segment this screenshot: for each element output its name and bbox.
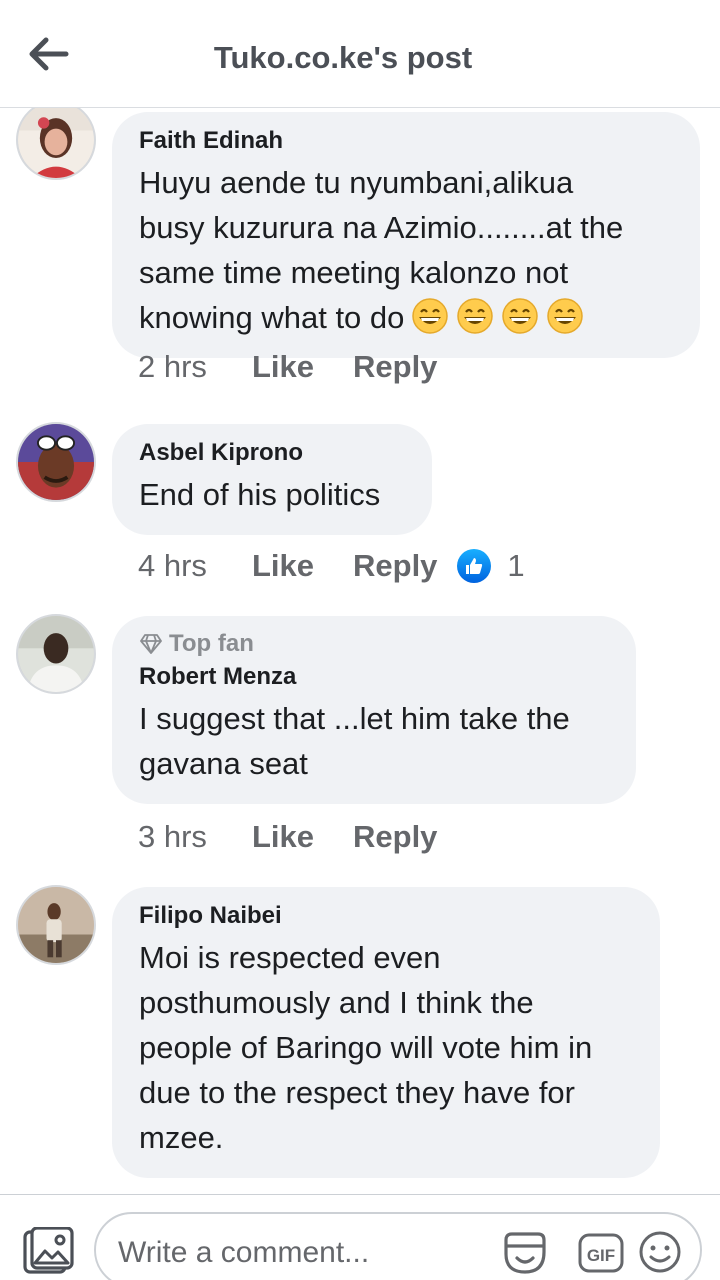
commenter-name[interactable]: Robert Menza xyxy=(139,662,610,692)
comment-composer: Write a comment... GIF xyxy=(0,1194,720,1280)
commenter-name[interactable]: Faith Edinah xyxy=(139,126,674,156)
comment-actions: 4 hrs Like Reply 1 xyxy=(138,548,525,584)
comment-list[interactable]: Faith Edinah Huyu aende tu nyumbani,alik… xyxy=(0,108,720,1194)
comment-time: 4 hrs xyxy=(138,548,207,583)
grinning-face-emoji-icon xyxy=(456,297,494,335)
comment-bubble[interactable]: Faith Edinah Huyu aende tu nyumbani,alik… xyxy=(112,112,700,358)
comment-bubble[interactable]: Filipo Naibei Moi is respected even post… xyxy=(112,887,660,1178)
photo-icon[interactable] xyxy=(22,1227,74,1277)
diamond-icon xyxy=(140,634,162,654)
page-title: Tuko.co.ke's post xyxy=(213,40,473,75)
comment-actions: 2 hrs Like Reply xyxy=(138,349,437,385)
comment-bubble[interactable]: Top fan Robert Menza I suggest that ...l… xyxy=(112,616,636,804)
top-fan-badge: Top fan xyxy=(139,630,610,658)
comment-input-placeholder: Write a comment... xyxy=(118,1236,370,1269)
grinning-face-emoji-icon xyxy=(501,297,539,335)
comment-bubble[interactable]: Asbel Kiprono End of his politics xyxy=(112,424,432,535)
comment-time: 3 hrs xyxy=(138,819,207,854)
avatar[interactable] xyxy=(16,614,96,694)
like-button[interactable]: Like xyxy=(252,349,353,385)
comment-line: End of his politics xyxy=(139,477,381,512)
comment-line: busy kuzurura na Azimio........at the xyxy=(139,210,624,245)
like-reaction-icon xyxy=(457,549,492,583)
avatar[interactable] xyxy=(16,422,96,502)
comment-text: Moi is respected even posthumously and I… xyxy=(139,935,634,1160)
comment-line: posthumously and I think the xyxy=(139,985,534,1020)
top-fan-label: Top fan xyxy=(169,630,254,657)
comment-line: same time meeting kalonzo not xyxy=(139,255,569,290)
avatar[interactable] xyxy=(16,885,96,965)
avatar[interactable] xyxy=(16,108,96,180)
commenter-name[interactable]: Asbel Kiprono xyxy=(139,438,406,468)
comment-line: Moi is respected even xyxy=(139,940,441,975)
sticker-icon[interactable] xyxy=(500,1228,550,1278)
reaction-count: 1 xyxy=(507,548,525,583)
comment-line: due to the respect they have for xyxy=(139,1075,575,1110)
svg-text:GIF: GIF xyxy=(587,1246,615,1265)
top-bar: Tuko.co.ke's post xyxy=(0,0,720,108)
comment-text: Huyu aende tu nyumbani,alikua busy kuzur… xyxy=(139,160,674,340)
comment-actions: 3 hrs Like Reply xyxy=(138,819,437,855)
comment-line: I suggest that ...let him take the xyxy=(139,701,570,736)
reply-button[interactable]: Reply xyxy=(353,349,437,385)
grinning-face-emoji-icon xyxy=(546,297,584,335)
comment-line: knowing what to do xyxy=(139,300,405,335)
comment-text: I suggest that ...let him take the gavan… xyxy=(139,696,610,786)
reaction-summary[interactable]: 1 xyxy=(457,548,525,584)
commenter-name[interactable]: Filipo Naibei xyxy=(139,901,634,931)
gif-icon[interactable]: GIF xyxy=(578,1232,624,1274)
comment-line: mzee. xyxy=(139,1120,224,1155)
reply-button[interactable]: Reply xyxy=(353,819,437,855)
reply-button[interactable]: Reply xyxy=(353,548,437,584)
comment-time: 2 hrs xyxy=(138,349,207,384)
comment-input[interactable]: Write a comment... GIF xyxy=(94,1212,702,1280)
comment-line: Huyu aende tu nyumbani,alikua xyxy=(139,165,574,200)
emoji-icon[interactable] xyxy=(638,1230,682,1274)
like-button[interactable]: Like xyxy=(252,548,353,584)
grinning-face-emoji-icon xyxy=(411,297,449,335)
comment-line-last: knowing what to do xyxy=(139,295,674,340)
like-button[interactable]: Like xyxy=(252,819,353,855)
comment-line: gavana seat xyxy=(139,746,308,781)
comment-line: people of Baringo will vote him in xyxy=(139,1030,593,1065)
comment-text: End of his politics xyxy=(139,472,406,517)
